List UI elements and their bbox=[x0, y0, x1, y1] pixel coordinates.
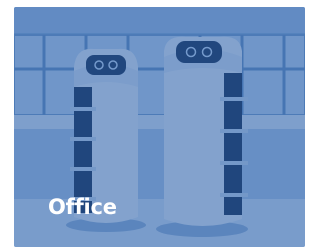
category-card-office[interactable]: Office bbox=[14, 7, 305, 247]
card-label: Office bbox=[48, 195, 117, 219]
